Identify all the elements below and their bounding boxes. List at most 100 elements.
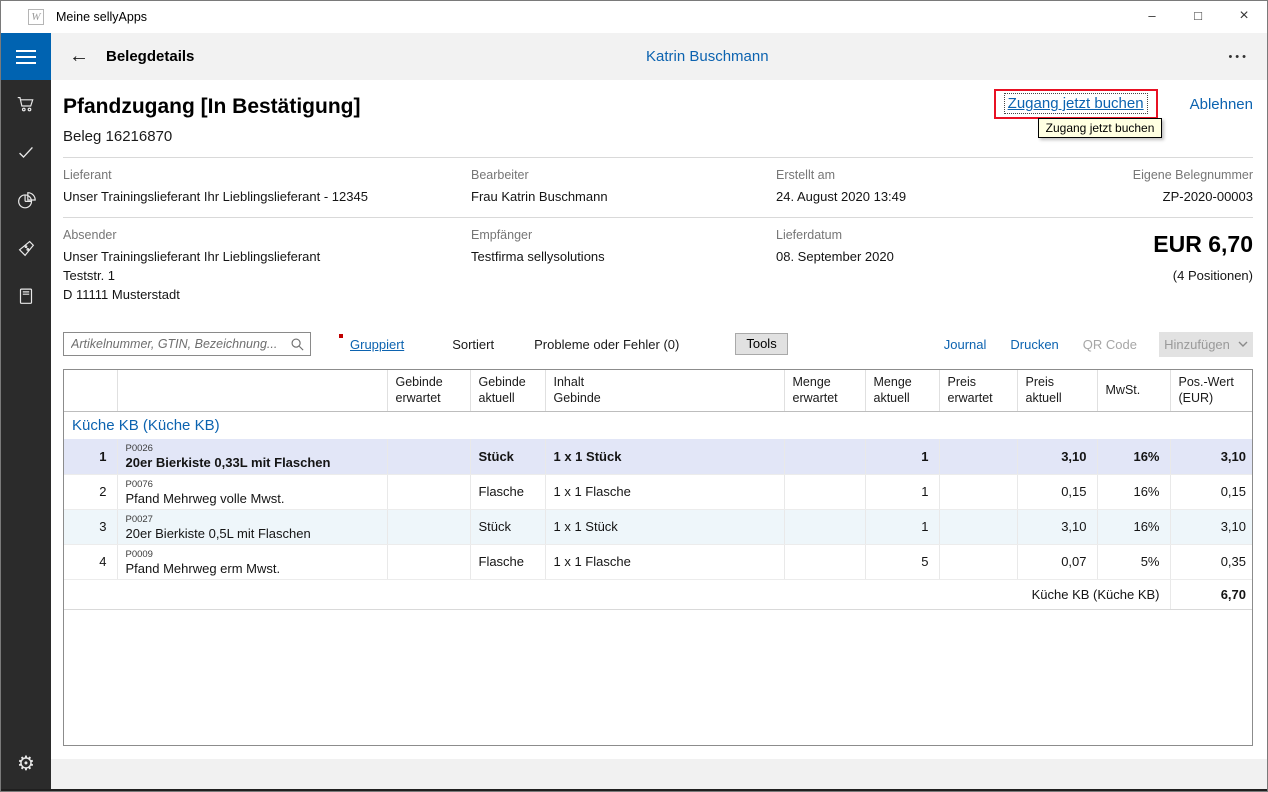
field-label-lieferdatum: Lieferdatum — [776, 228, 1076, 242]
back-button[interactable]: ← — [65, 45, 93, 68]
close-button[interactable]: × — [1221, 1, 1267, 33]
cell-gebinde-erwartet — [387, 544, 470, 579]
cell-menge-aktuell: 1 — [865, 509, 939, 544]
article-code: P0027 — [126, 514, 379, 525]
hinzufuegen-dropdown-button[interactable]: Hinzufügen — [1159, 332, 1253, 357]
book-icon — [15, 285, 37, 307]
drucken-link[interactable]: Drucken — [1010, 337, 1058, 352]
field-value-empfaenger: Testfirma sellysolutions — [471, 247, 776, 266]
tools-button[interactable]: Tools — [735, 333, 787, 355]
cell-preis-erwartet — [939, 439, 1017, 474]
field-value-lieferant: Unser Trainingslieferant Ihr Lieblingsli… — [63, 187, 471, 206]
minimize-button[interactable]: – — [1129, 1, 1175, 33]
field-label-erstellt-am: Erstellt am — [776, 168, 1076, 182]
article-name: 20er Bierkiste 0,33L mit Flaschen — [126, 455, 379, 470]
cell-menge-aktuell: 5 — [865, 544, 939, 579]
search-input[interactable] — [63, 332, 311, 356]
cell-preis-aktuell: 3,10 — [1017, 509, 1097, 544]
positions-table: Gebinde erwartetGebinde aktuellInhalt Ge… — [63, 369, 1253, 746]
maximize-button[interactable]: □ — [1175, 1, 1221, 33]
cell-preis-aktuell: 0,15 — [1017, 474, 1097, 509]
search-icon — [290, 337, 305, 352]
cell-menge-erwartet — [784, 509, 865, 544]
cell-gebinde-erwartet — [387, 474, 470, 509]
reject-link[interactable]: Ablehnen — [1190, 96, 1253, 113]
cell-position-number: 1 — [64, 439, 117, 474]
column-header: Pos.-Wert (EUR) — [1170, 370, 1253, 411]
table-row[interactable]: 1 P0026 20er Bierkiste 0,33L mit Flasche… — [64, 439, 1253, 474]
window-title: Meine sellyApps — [56, 10, 147, 24]
cell-mwst: 16% — [1097, 439, 1170, 474]
table-row[interactable]: 4 P0009 Pfand Mehrweg erm Mwst. Flasche … — [64, 544, 1253, 579]
app-icon: W — [28, 9, 44, 25]
cell-menge-aktuell: 1 — [865, 474, 939, 509]
field-value-erstellt-am: 24. August 2020 13:49 — [776, 187, 1076, 206]
sortiert-toggle[interactable]: Sortiert — [452, 337, 494, 352]
cell-inhalt-gebinde: 1 x 1 Stück — [545, 509, 784, 544]
field-value-absender-1: Unser Trainingslieferant Ihr Lieblingsli… — [63, 247, 471, 266]
cell-gebinde-erwartet — [387, 509, 470, 544]
book-now-tooltip: Zugang jetzt buchen — [1038, 118, 1163, 138]
more-options-button[interactable]: ••• — [1228, 51, 1249, 63]
field-value-absender-3: D 11111 Musterstadt — [63, 285, 471, 304]
cell-inhalt-gebinde: 1 x 1 Flasche — [545, 474, 784, 509]
sidebar-item-reports[interactable] — [1, 176, 51, 224]
sidebar-item-tasks[interactable] — [1, 128, 51, 176]
focus-outline: Zugang jetzt buchen — [1004, 93, 1148, 114]
article-code: P0009 — [126, 549, 379, 560]
field-label-bearbeiter: Bearbeiter — [471, 168, 776, 182]
book-now-link[interactable]: Zugang jetzt buchen — [1008, 95, 1144, 112]
title-bar: W Meine sellyApps – □ × — [1, 1, 1267, 33]
cell-article: P0009 Pfand Mehrweg erm Mwst. — [117, 544, 387, 579]
cell-preis-erwartet — [939, 509, 1017, 544]
cell-gebinde-aktuell: Flasche — [470, 544, 545, 579]
field-label-empfaenger: Empfänger — [471, 228, 776, 242]
group-footer-label: Küche KB (Küche KB) — [64, 579, 1170, 609]
total-amount: EUR 6,70 — [1076, 231, 1253, 258]
app-window: W Meine sellyApps – □ × — [0, 0, 1268, 792]
sidebar-item-catalog[interactable] — [1, 272, 51, 320]
sidebar-item-offers[interactable] — [1, 224, 51, 272]
cell-gebinde-erwartet — [387, 439, 470, 474]
cell-preis-aktuell: 3,10 — [1017, 439, 1097, 474]
page-title: Belegdetails — [106, 48, 194, 65]
cell-menge-aktuell: 1 — [865, 439, 939, 474]
gear-icon: ⚙ — [17, 751, 35, 776]
cell-article: P0076 Pfand Mehrweg volle Mwst. — [117, 474, 387, 509]
journal-link[interactable]: Journal — [944, 337, 987, 352]
cell-gebinde-aktuell: Flasche — [470, 474, 545, 509]
cell-menge-erwartet — [784, 474, 865, 509]
settings-button[interactable]: ⚙ — [1, 743, 51, 783]
pie-chart-icon — [15, 189, 37, 211]
table-row[interactable]: 3 P0027 20er Bierkiste 0,5L mit Flaschen… — [64, 509, 1253, 544]
sidebar: ⚙ — [1, 33, 51, 791]
hamburger-icon — [16, 50, 36, 52]
cell-mwst: 16% — [1097, 509, 1170, 544]
gruppiert-toggle[interactable]: Gruppiert — [350, 337, 404, 352]
field-value-absender-2: Teststr. 1 — [63, 266, 471, 285]
probleme-filter[interactable]: Probleme oder Fehler (0) — [534, 337, 679, 352]
field-label-lieferant: Lieferant — [63, 168, 471, 182]
cell-position-number: 2 — [64, 474, 117, 509]
cell-gebinde-aktuell: Stück — [470, 439, 545, 474]
column-header — [117, 370, 387, 411]
cell-pos-wert: 3,10 — [1170, 509, 1253, 544]
user-name-link[interactable]: Katrin Buschmann — [646, 48, 769, 65]
table-row[interactable]: 2 P0076 Pfand Mehrweg volle Mwst. Flasch… — [64, 474, 1253, 509]
cart-icon — [15, 93, 37, 115]
check-icon — [15, 141, 37, 163]
group-footer-total: 6,70 — [1170, 579, 1253, 609]
cell-pos-wert: 3,10 — [1170, 439, 1253, 474]
column-header: Menge erwartet — [784, 370, 865, 411]
column-header: Gebinde erwartet — [387, 370, 470, 411]
group-header-label: Küche KB (Küche KB) — [64, 411, 1253, 439]
gruppiert-modified-marker — [339, 334, 343, 338]
cell-preis-erwartet — [939, 474, 1017, 509]
cell-inhalt-gebinde: 1 x 1 Stück — [545, 439, 784, 474]
hamburger-menu-button[interactable] — [1, 33, 51, 80]
table-header-row: Gebinde erwartetGebinde aktuellInhalt Ge… — [64, 370, 1253, 411]
column-header: MwSt. — [1097, 370, 1170, 411]
article-name: Pfand Mehrweg volle Mwst. — [126, 491, 379, 506]
sidebar-item-cart[interactable] — [1, 80, 51, 128]
group-header-row: Küche KB (Küche KB) — [64, 411, 1253, 439]
